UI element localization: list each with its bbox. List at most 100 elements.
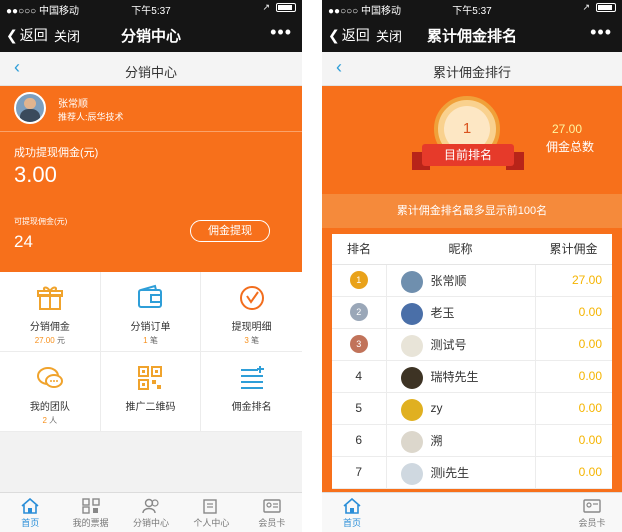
feature-grid: 分销佣金 27.00 元 分销订单 1 笔 提现明细 3 笔 我的团队 2 人 [0,272,302,432]
tab-member-card[interactable]: 会员卡 [242,493,302,532]
grid-label: 佣金排名 [231,402,272,413]
page-title: 累计佣金排行 [432,65,511,80]
status-time: 下午5:37 [452,6,492,17]
withdrawn-commission-value: 3.00 [14,162,57,187]
nickname-text: 老玉 [430,305,455,320]
page-header: ‹ 分销中心 [0,52,302,86]
tab-personal[interactable]: 个人中心 [181,493,241,532]
rank-banner: 1 目前排名 27.00 佣金总数 [322,86,622,194]
user-profile: 张常顺 推荐人:辰华技术 [0,86,302,132]
tab-distribution[interactable]: 分销中心 [121,493,181,532]
commission-cell: 0.00 [535,360,612,393]
table-row: 5 zy 0.00 [332,392,612,425]
more-menu-icon[interactable]: ••• [270,22,292,43]
grid-item-qrcode[interactable]: 推广二维码 [100,352,202,432]
grid-label: 分销订单 [130,322,171,333]
left-phone-screen: ●●○○○ 中国移动 下午5:37 ↗ ❮ 返回 关闭 分销中心 ••• ‹ 分销… [0,0,302,532]
nickname-cell: 瑞特先生 [386,360,536,393]
withdraw-commission-button[interactable]: 佣金提现 [190,220,270,242]
rank-cell: 3 [332,328,387,361]
ranking-notice: 累计佣金排名最多显示前100名 [322,194,622,228]
edit-icon [202,498,220,514]
available-commission-value: 24 [14,232,33,251]
total-commission-label: 佣金总数 [546,140,595,154]
withdrawn-commission-label: 成功提现佣金(元) [14,147,99,159]
current-rank-label: 目前排名 [422,144,514,166]
location-icon: ↗ [262,2,270,12]
avatar [400,270,423,293]
table-header-row: 排名 昵称 累计佣金 [332,234,612,265]
ranking-table-card: 排名 昵称 累计佣金 1 张常顺 27.00 2 老玉 0.00 3 测试号 0.00 4 瑞特先生… [332,234,612,489]
grid-sub-unit: 元 [54,336,65,345]
commission-cell: 27.00 [535,264,612,297]
card-icon [583,498,601,514]
rank-cell: 1 [332,264,387,297]
grid-item-orders[interactable]: 分销订单 1 笔 [100,272,202,352]
grid-sub-number: 27.00 [34,336,55,345]
avatar [400,398,423,421]
home-icon [21,497,39,514]
rank-cell: 2 [332,296,387,329]
location-icon: ↗ [582,2,590,12]
grid-sub-unit: 人 [46,416,58,425]
grid-item-ranking[interactable]: 佣金排名 [201,352,302,432]
grid-sub: 3 笔 [201,335,302,346]
clock-icon [238,284,266,312]
bottom-tab-bar: 首页 会员卡 [322,492,622,532]
nickname-text: zy [430,401,443,415]
commission-cell: 0.00 [535,328,612,361]
page-header: ‹ 累计佣金排行 [322,52,622,86]
barcode-icon [81,498,100,514]
ranking-section: 排名 昵称 累计佣金 1 张常顺 27.00 2 老玉 0.00 3 测试号 0.00 4 瑞特先生… [322,228,622,528]
commission-cell: 0.00 [535,296,612,329]
tab-spacer [382,493,562,532]
avatar [400,462,423,485]
nickname-cell: 测i先生 [386,456,536,489]
card-icon [263,498,281,514]
tab-member-card[interactable]: 会员卡 [562,493,622,532]
tab-home[interactable]: 首页 [322,493,382,532]
tab-tickets[interactable]: 我的票据 [60,493,120,532]
grid-item-team[interactable]: 我的团队 2 人 [0,352,101,432]
gift-icon [36,284,64,312]
tab-home[interactable]: 首页 [0,493,60,532]
rank-medal-icon: 2 [349,303,368,321]
avatar [400,430,423,453]
nav-title: 累计佣金排名 [426,28,517,45]
avatar [14,92,46,124]
nav-title: 分销中心 [120,28,181,45]
bottom-tab-bar: 首页 我的票据 分销中心 个人中心 会员卡 [0,492,302,532]
column-header-commission: 累计佣金 [535,234,612,265]
grid-item-withdraw-details[interactable]: 提现明细 3 笔 [201,272,302,352]
grid-item-commission[interactable]: 分销佣金 27.00 元 [0,272,101,352]
list-icon [238,364,266,392]
tab-label: 首页 [21,518,40,528]
commission-cell: 0.00 [535,392,612,425]
nickname-text: 测试号 [430,337,467,352]
commission-cell: 0.00 [535,456,612,489]
table-row: 2 老玉 0.00 [332,296,612,329]
rank-number: 6 [355,433,363,447]
ranking-table-body: 1 张常顺 27.00 2 老玉 0.00 3 测试号 0.00 4 瑞特先生 0.00 5 zy 0.00… [332,264,612,489]
rank-number: 4 [355,369,363,383]
wallet-icon [136,284,164,312]
more-menu-icon[interactable]: ••• [590,22,612,43]
tab-label: 个人中心 [193,518,230,528]
grid-sub: 27.00 元 [0,335,100,346]
nickname-cell: 老玉 [386,296,536,329]
table-row: 7 测i先生 0.00 [332,456,612,489]
status-time: 下午5:37 [131,6,171,17]
grid-sub: 1 笔 [101,335,201,346]
rank-cell: 6 [332,424,387,457]
column-header-nickname: 昵称 [386,234,536,265]
battery-icon [276,3,296,12]
tab-label: 会员卡 [258,518,286,528]
nickname-text: 测i先生 [430,465,470,480]
commission-cell: 0.00 [535,424,612,457]
wechat-nav-bar: ❮ 返回 关闭 分销中心 ••• [0,16,302,52]
rank-number: 7 [355,465,363,479]
nickname-cell: 测试号 [386,328,536,361]
wechat-nav-bar: ❮ 返回 关闭 累计佣金排名 ••• [322,16,622,52]
nickname-cell: 张常顺 [386,264,536,297]
tab-label: 会员卡 [578,518,606,528]
